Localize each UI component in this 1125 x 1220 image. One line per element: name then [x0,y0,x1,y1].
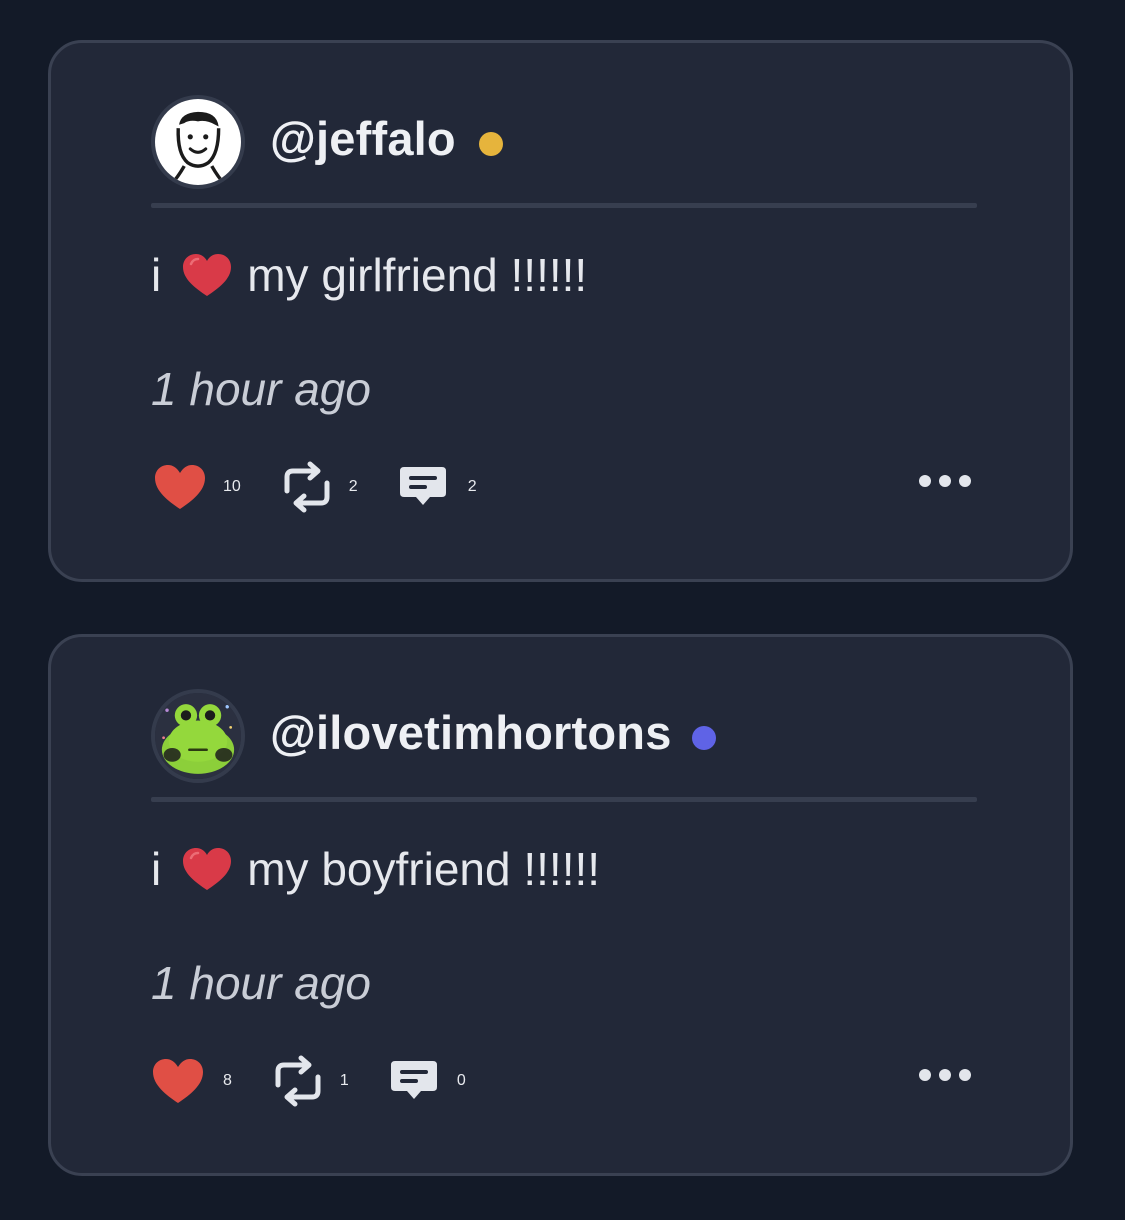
like-count: 10 [223,478,241,495]
heart-icon [151,1057,205,1105]
green-frog-avatar-icon [155,693,241,779]
post-card[interactable]: @ilovetimhortons i my boyfriend !!!!!! 1… [48,634,1073,1176]
username-link[interactable]: @ilovetimhortons [270,705,672,761]
post-text: i my boyfriend !!!!!! [151,841,600,897]
user-avatar[interactable] [151,95,245,189]
comment-icon [398,463,448,511]
post-text-before: i [151,249,162,301]
repost-count: 2 [348,478,358,495]
post-timestamp: 1 hour ago [151,363,371,415]
post-actions: 10 2 2 [153,457,477,517]
repost-button[interactable] [277,461,337,513]
divider [151,203,977,208]
like-button[interactable] [151,1057,205,1105]
post-text: i my girlfriend !!!!!! [151,247,587,303]
status-indicator [692,726,716,750]
red-heart-emoji-icon [181,252,233,298]
post-timestamp: 1 hour ago [151,957,371,1009]
comment-count: 0 [456,1072,466,1089]
status-indicator [479,132,503,156]
more-options-icon [919,1069,971,1081]
more-options-icon [919,475,971,487]
comment-button[interactable] [389,1057,439,1105]
repost-icon [268,1055,328,1107]
repost-icon [277,461,337,513]
red-heart-emoji-icon [181,846,233,892]
post-text-after: my girlfriend !!!!!! [247,249,588,301]
username-link[interactable]: @jeffalo [270,111,456,167]
post-text-after: my boyfriend !!!!!! [247,843,601,895]
comment-icon [389,1057,439,1105]
more-options-button[interactable] [917,1063,973,1087]
post-actions: 8 1 0 [151,1051,466,1111]
repost-count: 1 [339,1072,349,1089]
repost-button[interactable] [268,1055,328,1107]
heart-icon [153,463,207,511]
post-text-before: i [151,843,162,895]
user-avatar[interactable] [151,689,245,783]
smiley-face-avatar-icon [155,99,241,185]
comment-count: 2 [467,478,477,495]
divider [151,797,977,802]
like-button[interactable] [153,463,207,511]
more-options-button[interactable] [917,469,973,493]
post-card[interactable]: @jeffalo i my girlfriend !!!!!! 1 hour a… [48,40,1073,582]
like-count: 8 [223,1072,232,1089]
comment-button[interactable] [398,463,448,511]
